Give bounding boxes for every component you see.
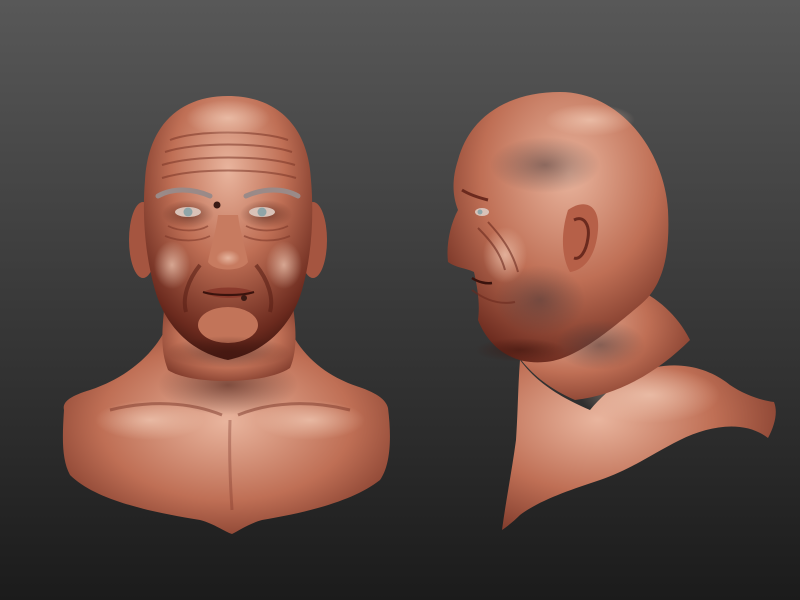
- front-left-iris: [183, 207, 193, 217]
- side-iris: [477, 209, 483, 215]
- side-scalp-highlight: [545, 104, 635, 136]
- front-nose-tip-highlight: [216, 250, 240, 266]
- sculpt-viewport: [0, 0, 800, 600]
- side-neck-stubble: [555, 320, 645, 370]
- side-cheek-highlight: [483, 227, 527, 283]
- side-jowl-shadow: [475, 338, 565, 362]
- viewport-background: [0, 0, 800, 600]
- front-right-iris: [257, 207, 267, 217]
- front-scalp-highlight: [186, 100, 270, 136]
- front-cheek-highlight-right: [266, 241, 302, 289]
- front-cheek-highlight-left: [154, 241, 190, 289]
- side-scalp-stubble: [490, 137, 600, 193]
- front-chin-mole: [241, 295, 247, 301]
- front-forehead-mole: [213, 201, 221, 209]
- front-jowl-shadow: [166, 336, 290, 368]
- sculpt-render-canvas: [0, 0, 800, 600]
